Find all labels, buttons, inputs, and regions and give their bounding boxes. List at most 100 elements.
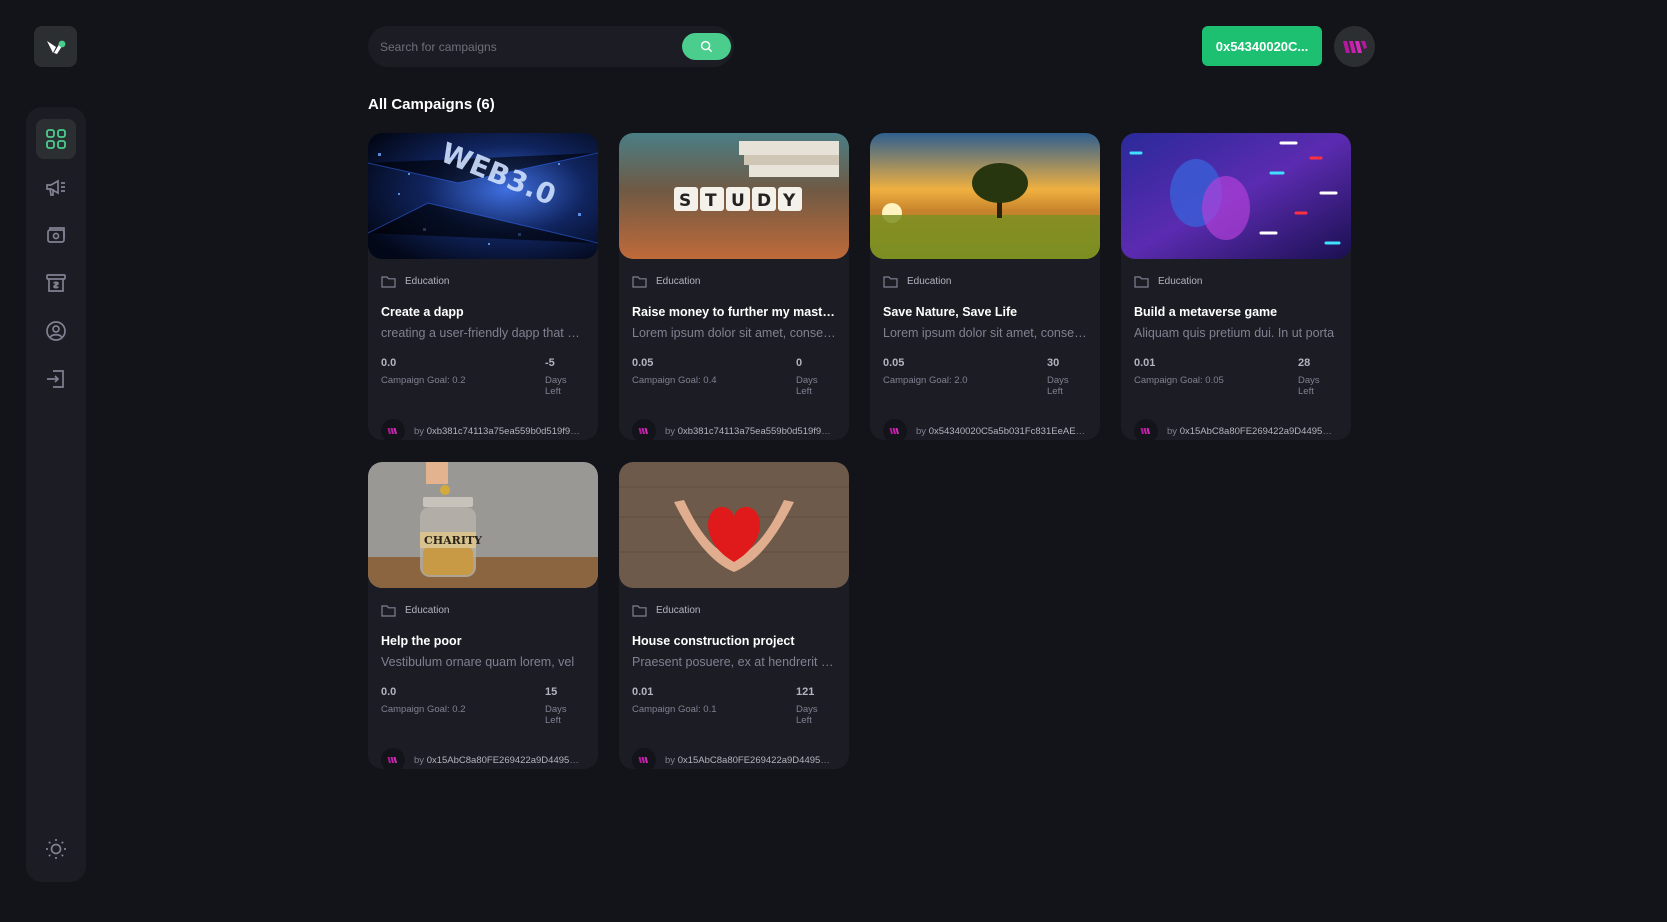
owner-address: 0x15AbC8a80FE269422a9D4495e2a1b3c4	[426, 754, 584, 766]
owner-by-label: by	[414, 425, 425, 437]
sidebar	[26, 107, 86, 882]
owner-by-label: by	[414, 754, 425, 766]
owner-address: 0xb381c74113a75ea559b0d519f9b2a1c7	[426, 425, 584, 437]
campaign-icon	[46, 179, 65, 196]
folder-icon	[381, 275, 396, 288]
amount-collected: 0.01	[632, 686, 654, 698]
campaign-category: Education	[656, 275, 701, 287]
campaign-card[interactable]: Education Save Nature, Save Life Lorem i…	[870, 133, 1100, 440]
folder-icon	[1134, 275, 1149, 288]
folder-icon	[632, 275, 647, 288]
owner-logo-icon	[889, 428, 899, 434]
amount-collected: 0.05	[883, 357, 905, 369]
amount-collected: 0.0	[381, 686, 397, 698]
owner-by-label: by	[665, 425, 676, 437]
campaign-description: Praesent posuere, ex at hendrerit vel	[632, 655, 836, 669]
campaign-card[interactable]: Education Build a metaverse game Aliquam…	[1121, 133, 1351, 440]
theme-toggle[interactable]	[36, 829, 76, 869]
days-left-value: 0	[796, 357, 803, 369]
svg-text:S: S	[679, 191, 691, 211]
campaign-description: Vestibulum ornare quam lorem, vel	[381, 655, 575, 669]
owner-avatar	[1134, 419, 1158, 440]
owner-address: 0x15AbC8a80FE269422a9D4495e2a1b3c4	[677, 754, 835, 766]
logout-icon	[47, 370, 64, 388]
svg-text:Y: Y	[782, 191, 796, 211]
days-left-label: Days Left	[796, 704, 818, 726]
campaign-owner: by 0x15AbC8a80FE269422a9D4495e2a1b3c4	[414, 755, 584, 766]
svg-text:D: D	[757, 191, 771, 211]
days-left-value: 28	[1298, 357, 1311, 369]
avatar[interactable]	[1334, 26, 1375, 67]
owner-logo-icon	[638, 428, 648, 434]
svg-text:T: T	[705, 191, 717, 211]
campaign-card[interactable]: CHARITY Education Help the poor Vestibul…	[368, 462, 598, 769]
withdraw-icon	[46, 274, 66, 292]
dashboard-icon	[46, 129, 66, 149]
sidebar-item-payment[interactable]	[36, 215, 76, 255]
campaign-card[interactable]: Education House construction project Pra…	[619, 462, 849, 769]
campaign-image	[870, 133, 1100, 259]
campaign-title: Help the poor	[381, 634, 462, 648]
owner-address: 0x54340020C5a5b031Fc831EeAE3a1b2c4	[928, 425, 1086, 437]
campaign-goal: Campaign Goal: 0.4	[632, 375, 717, 386]
campaign-image	[619, 462, 849, 588]
days-left-value: 121	[796, 686, 815, 698]
folder-icon	[632, 604, 647, 617]
campaign-owner: by 0xb381c74113a75ea559b0d519f9b2a1c7	[665, 426, 835, 437]
owner-logo-icon	[387, 428, 397, 434]
sidebar-item-profile[interactable]	[36, 311, 76, 351]
amount-collected: 0.01	[1134, 357, 1156, 369]
app-logo[interactable]	[34, 26, 77, 67]
days-left-value: 30	[1047, 357, 1060, 369]
days-left-label: Days Left	[545, 375, 567, 397]
days-left-value: -5	[545, 357, 555, 369]
campaign-goal: Campaign Goal: 0.1	[632, 704, 717, 715]
campaign-description: Aliquam quis pretium dui. In ut porta	[1134, 326, 1335, 340]
campaign-category: Education	[656, 604, 701, 616]
campaign-card[interactable]: WEB3.0 Education Create a dapp creating …	[368, 133, 598, 440]
wallet-address-button[interactable]: 0x54340020C...	[1202, 26, 1322, 66]
campaign-image	[1121, 133, 1351, 259]
logo-icon	[46, 40, 65, 54]
search-bar	[368, 26, 734, 67]
sidebar-item-campaign[interactable]	[36, 167, 76, 207]
days-left-label: Days Left	[1298, 375, 1320, 397]
search-button[interactable]	[682, 33, 731, 60]
sidebar-item-logout[interactable]	[36, 359, 76, 399]
campaign-title: Create a dapp	[381, 305, 464, 319]
campaign-description: Lorem ipsum dolor sit amet, consectetur	[632, 326, 836, 340]
campaign-title: Save Nature, Save Life	[883, 305, 1018, 319]
amount-collected: 0.05	[632, 357, 654, 369]
avatar-logo-icon	[1342, 40, 1367, 53]
campaign-goal: Campaign Goal: 0.05	[1134, 375, 1224, 386]
folder-icon	[883, 275, 898, 288]
owner-logo-icon	[387, 757, 397, 763]
campaign-owner: by 0xb381c74113a75ea559b0d519f9b2a1c7	[414, 426, 584, 437]
profile-icon	[46, 321, 66, 341]
campaign-owner: by 0x15AbC8a80FE269422a9D4495e2a1b3c4	[1167, 426, 1337, 437]
owner-avatar	[632, 419, 656, 440]
owner-address: 0xb381c74113a75ea559b0d519f9b2a1c7	[677, 425, 835, 437]
days-left-value: 15	[545, 686, 558, 698]
owner-by-label: by	[665, 754, 676, 766]
owner-address: 0x15AbC8a80FE269422a9D4495e2a1b3c4	[1179, 425, 1337, 437]
campaign-image: CHARITY	[368, 462, 598, 588]
campaign-goal: Campaign Goal: 0.2	[381, 375, 466, 386]
campaign-description: creating a user-friendly dapp that allow…	[381, 326, 585, 340]
campaign-card[interactable]: S T U D Y Education Raise money to furth…	[619, 133, 849, 440]
campaign-category: Education	[405, 604, 450, 616]
campaign-description: Lorem ipsum dolor sit amet, consectetur	[883, 326, 1087, 340]
payment-icon	[47, 227, 65, 243]
owner-by-label: by	[916, 425, 927, 437]
sidebar-item-dashboard[interactable]	[36, 119, 76, 159]
svg-text:U: U	[731, 191, 745, 211]
campaign-owner: by 0x15AbC8a80FE269422a9D4495e2a1b3c4	[665, 755, 835, 766]
campaign-category: Education	[907, 275, 952, 287]
campaign-goal: Campaign Goal: 2.0	[883, 375, 968, 386]
days-left-label: Days Left	[796, 375, 818, 397]
search-icon	[700, 40, 713, 53]
search-input[interactable]	[368, 26, 682, 67]
page-title: All Campaigns (6)	[368, 96, 495, 113]
sidebar-item-withdraw[interactable]	[36, 263, 76, 303]
campaign-goal: Campaign Goal: 0.2	[381, 704, 466, 715]
